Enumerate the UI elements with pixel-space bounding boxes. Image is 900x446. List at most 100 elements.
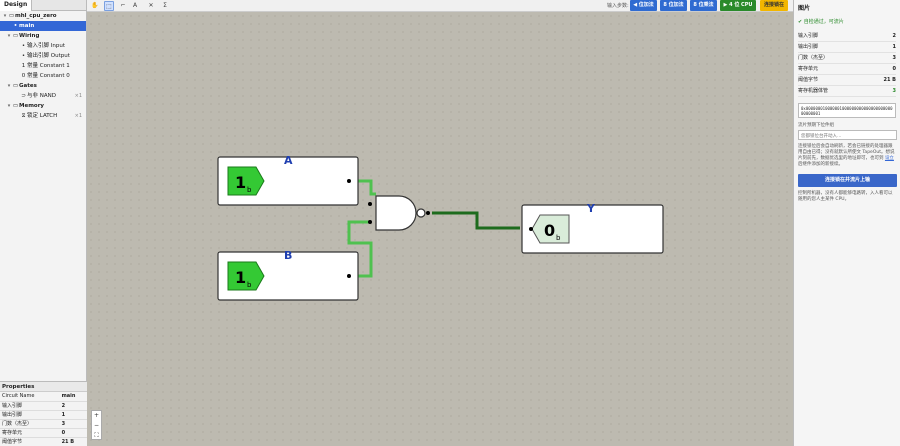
output-pin-y-value: 0 (544, 221, 555, 240)
component-icon: ▭ (12, 33, 19, 39)
property-value[interactable]: 3 (59, 419, 87, 429)
tree-item[interactable]: ▾ ▭Gates (0, 81, 86, 91)
tree-item-label: mhl_cpu_zero (15, 13, 57, 19)
wire-tool[interactable]: ⌐ (118, 1, 128, 11)
property-key: 门数（杰至） (0, 419, 60, 429)
property-key: 输出引脚 (0, 410, 60, 420)
stat-row: 阈值字节 21 B (798, 75, 896, 86)
bit1-button[interactable]: ◀ 位加法 (630, 0, 657, 11)
tree-item[interactable]: 1 常量 Constant 1 (0, 61, 86, 71)
tree-item[interactable]: ▾ ▭Memory (0, 101, 86, 111)
stat-row: 寄存单元 0 (798, 64, 896, 75)
tree-item[interactable]: • 输入引脚 Input (0, 41, 86, 51)
tree-item[interactable]: ▾ ▭mhl_cpu_zero (0, 11, 86, 21)
bitmul-button[interactable]: 8 位乘法 (690, 0, 717, 11)
chip-input-label: 流片预期下位件组 (798, 123, 834, 128)
property-key: 寄存单元 (0, 428, 60, 438)
tree-item-label: Gates (19, 83, 37, 89)
tree-item-label: 锁定 LATCH (27, 113, 58, 119)
connect-and-tapeout-button[interactable]: 连接锁在并流片上输 (798, 174, 897, 187)
stat-key: 输入引脚 (798, 33, 819, 39)
component-icon: 1 (21, 63, 26, 69)
circuit-canvas[interactable]: 1 b A 1 b B 0 b Y + − ⛶ (87, 12, 793, 446)
select-tool[interactable]: ⬚ (104, 1, 114, 11)
nand-gate-input-b-port[interactable] (368, 220, 372, 224)
input-pin-b-port[interactable] (347, 274, 351, 278)
tree-item-label: 输出引脚 Output (27, 53, 70, 59)
tree-item[interactable]: ⧖ 锁定 LATCH ×1 (0, 111, 86, 121)
toolbar: ✋ ⬚ ⌐ A ✕ Σ 输入步数: ◀ 位加法 8 位加法 8 位乘法 ▶ 4 位 CPU 连接锁… (87, 0, 793, 12)
output-pin-y-subscript: b (556, 234, 561, 242)
property-key: 阈值字节 (0, 437, 60, 446)
tree-item[interactable]: ▾ ▭Wiring (0, 31, 86, 41)
stat-row: 门数（杰至） 3 (798, 53, 896, 64)
tree-item[interactable]: • 输出引脚 Output (0, 51, 86, 61)
text-tool[interactable]: A (130, 1, 140, 11)
tree-item[interactable]: • main (0, 21, 86, 31)
input-pin-a-port[interactable] (347, 179, 351, 183)
tree-item-label: Wiring (19, 33, 40, 39)
input-pin-a-value: 1 (235, 173, 246, 192)
tree-item[interactable]: 0 常量 Constant 0 (0, 71, 86, 81)
connect-note-text: 连接锁位后会自动刷新，若会已链接的处理器跟用自由已得；没有就默认所使文 Tape… (798, 144, 895, 161)
check-status: ✔ 自检通过，可流片 (798, 19, 844, 25)
stat-key: 寄存单元 (798, 66, 819, 72)
property-row: 寄存单元 0 (0, 428, 87, 438)
stat-value: 0 (892, 66, 896, 72)
component-tree: ▾ ▭mhl_cpu_zero • main ▾ ▭Wiring • 输入引脚 Input • 输… (0, 11, 86, 121)
component-icon: ⊃ (21, 93, 26, 99)
zoom-controls: + − ⛶ (91, 410, 102, 440)
nand-gate-bubble (416, 208, 426, 218)
chip-input[interactable] (798, 130, 897, 140)
component-icon: • (21, 53, 26, 59)
tree-item-label: 常量 Constant 0 (27, 73, 70, 79)
properties-table: Circuit Name main 输入引脚 2 输出引脚 1 门数（杰至） 3 寄存单元 0 阈值… (0, 392, 87, 446)
nand-gate-output-port[interactable] (426, 211, 430, 215)
component-icon: 0 (21, 73, 26, 79)
hand-tool[interactable]: ✋ (90, 1, 100, 11)
cpu4-button[interactable]: ▶ 4 位 CPU (720, 0, 756, 11)
tab-design[interactable]: Design (0, 0, 33, 11)
tree-item-label: 与非 NAND (27, 93, 56, 99)
right-panel-title: 图片 (798, 5, 811, 12)
property-value[interactable]: 21 B (59, 437, 87, 446)
property-row: 输出引脚 1 (0, 410, 87, 420)
pin-label-y: Y (586, 202, 596, 215)
zoom-fit-button[interactable]: ⛶ (92, 431, 101, 441)
output-pin-y-port[interactable] (529, 227, 533, 231)
stat-value: 21 B (883, 77, 896, 83)
sigma-tool[interactable]: Σ (160, 1, 170, 11)
property-row: 阈值字节 21 B (0, 437, 87, 446)
property-key: 输入引脚 (0, 401, 60, 411)
nand-gate[interactable] (375, 195, 417, 231)
wire-y[interactable] (432, 211, 520, 230)
zoom-in-button[interactable]: + (92, 411, 101, 421)
pin-label-b: B (284, 249, 292, 262)
input-pin-b-value: 1 (235, 268, 246, 287)
component-icon: • (21, 43, 26, 49)
chip-stats: 输入引脚 2 输出引脚 1 门数（杰至） 3 寄存单元 0 阈值字节 21 B 寄存机器体管 3 (798, 31, 896, 97)
left-tabs: Design (0, 0, 86, 11)
tree-item[interactable]: ⊃与非 NAND ×1 (0, 91, 86, 101)
nand-gate-input-a-port[interactable] (368, 202, 372, 206)
stat-key: 寄存机器体管 (798, 88, 829, 94)
delete-tool[interactable]: ✕ (146, 1, 156, 11)
right-panel: 图片 ✔ 自检通过，可流片 输入引脚 2 输出引脚 1 门数（杰至） 3 寄存单元 0 阈值字节… (793, 0, 900, 446)
cpu-note: 控制所机器，没有人都能够电路转，入人看可以随用的您人主某件 CPU。 (798, 191, 893, 202)
tree-item-label: 输入引脚 Input (27, 43, 65, 49)
connect-chip-button[interactable]: 连接锁在 (760, 0, 788, 11)
component-icon: ⧖ (21, 113, 26, 119)
component-icon: • (13, 23, 18, 29)
zoom-out-button[interactable]: − (92, 421, 101, 431)
settings-link[interactable]: 设立 (885, 156, 894, 161)
property-value[interactable]: 0 (59, 428, 87, 438)
input-pin-a-subscript: b (247, 186, 252, 194)
property-value[interactable]: 2 (59, 401, 87, 411)
stat-key: 门数（杰至） (798, 55, 829, 61)
bitstream-box[interactable]: 0x00000001000000100000000000000000000000… (798, 103, 896, 118)
bit8-button[interactable]: 8 位加法 (660, 0, 687, 11)
stat-value: 2 (892, 33, 896, 39)
property-value[interactable]: 1 (59, 410, 87, 420)
property-value[interactable]: main (59, 392, 87, 402)
component-icon: ▭ (12, 83, 19, 89)
